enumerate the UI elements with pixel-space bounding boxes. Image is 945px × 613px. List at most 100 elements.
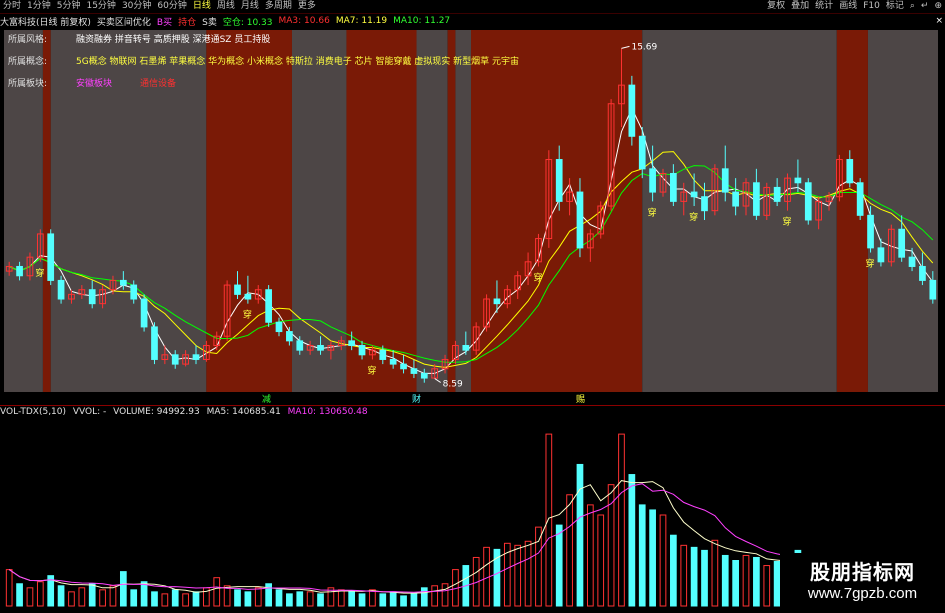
watermark-title: 股朋指标网 bbox=[810, 560, 915, 584]
volume-bar bbox=[275, 589, 283, 607]
volume-bar bbox=[57, 585, 65, 607]
chuan-mark: 穿 bbox=[533, 271, 542, 283]
volume-bar bbox=[16, 583, 23, 607]
volume-bar bbox=[400, 595, 407, 607]
candle-body bbox=[130, 284, 138, 300]
candle-body bbox=[929, 279, 937, 300]
period-tab[interactable]: 日线 bbox=[190, 0, 214, 13]
candle-body bbox=[877, 247, 885, 263]
chuan-mark: 穿 bbox=[35, 267, 44, 279]
volume-bar bbox=[254, 587, 262, 607]
period-tab[interactable]: 15分钟 bbox=[83, 0, 118, 13]
ma10-label: MA10: 11.27 bbox=[393, 16, 451, 26]
event-label[interactable]: 赐 bbox=[576, 392, 585, 405]
volume-bar bbox=[566, 494, 573, 607]
candle-body bbox=[400, 363, 407, 370]
volume-bar bbox=[535, 526, 542, 607]
attribute-value[interactable]: 安徽板块 bbox=[76, 76, 112, 89]
attribute-value[interactable]: 5G概念 物联网 石墨烯 苹果概念 华为概念 小米概念 特斯拉 消费电子 芯片 … bbox=[76, 54, 519, 67]
chuan-mark: 穿 bbox=[866, 258, 875, 270]
zone-band bbox=[447, 30, 456, 392]
volume-bar bbox=[234, 589, 241, 607]
toolbar-button[interactable]: 复权 bbox=[764, 0, 788, 13]
candle-body bbox=[88, 289, 96, 305]
volume-bar bbox=[5, 569, 13, 607]
stock-name: 大富科技(日线 前复权) bbox=[0, 17, 91, 28]
volume-bar bbox=[680, 544, 688, 607]
period-tab[interactable]: 30分钟 bbox=[119, 0, 154, 13]
candle-body bbox=[908, 256, 916, 267]
volume-bar bbox=[244, 591, 252, 607]
high-label: 15.69 bbox=[631, 42, 657, 52]
arrow-icon[interactable]: ↵ bbox=[918, 0, 932, 13]
toolbar-button[interactable]: 叠加 bbox=[788, 0, 812, 13]
candle-body bbox=[410, 368, 418, 374]
candle-body bbox=[867, 214, 874, 249]
candle-body bbox=[462, 345, 470, 351]
hold-label: 持仓 bbox=[178, 17, 197, 28]
candle-body bbox=[804, 182, 812, 221]
volume-bar bbox=[68, 591, 75, 607]
volume-bar bbox=[742, 554, 750, 607]
period-tab[interactable]: 多周期 bbox=[262, 0, 295, 13]
volume-bar bbox=[286, 593, 293, 607]
toolbar-button[interactable]: 统计 bbox=[812, 0, 836, 13]
volume-bar bbox=[88, 583, 96, 607]
attribute-value-2[interactable]: 通信设备 bbox=[140, 76, 176, 89]
candle-body bbox=[119, 279, 127, 286]
volume-bar bbox=[389, 591, 397, 607]
volume-header: VOL-TDX(5,10) VVOL: - VOLUME: 94992.93 M… bbox=[0, 407, 372, 419]
chuan-mark: 穿 bbox=[689, 211, 698, 223]
attribute-value[interactable]: 融资融券 拼音转号 高质押股 深港通SZ 员工持股 bbox=[76, 32, 270, 45]
candle-body bbox=[47, 233, 55, 281]
period-tab[interactable]: 5分钟 bbox=[54, 0, 84, 13]
volume-bar bbox=[161, 593, 169, 607]
candle-body bbox=[753, 182, 760, 216]
more-menu[interactable]: 更多 bbox=[295, 0, 319, 13]
volume-bar bbox=[140, 581, 148, 607]
toolbar-button[interactable]: F10 bbox=[860, 0, 883, 13]
volume-bar bbox=[379, 593, 387, 607]
volume-bar bbox=[721, 554, 729, 607]
buy-label: B买 bbox=[156, 17, 173, 28]
period-tab[interactable]: 60分钟 bbox=[154, 0, 189, 13]
candle-body bbox=[389, 358, 397, 365]
candle-body bbox=[140, 298, 148, 328]
candle-body bbox=[898, 228, 906, 258]
volume-bar bbox=[306, 591, 314, 607]
volume-bar bbox=[317, 593, 324, 607]
vol-title[interactable]: VOL-TDX(5,10) bbox=[0, 407, 66, 417]
volume-bar bbox=[337, 589, 345, 607]
zone-band bbox=[416, 30, 448, 392]
volume-bar bbox=[514, 544, 522, 607]
volume-bar bbox=[586, 504, 594, 607]
ma3-label: MA3: 10.66 bbox=[278, 16, 330, 26]
candle-body bbox=[151, 326, 158, 360]
volume-bar bbox=[555, 524, 563, 607]
period-tab[interactable]: 1分钟 bbox=[24, 0, 54, 13]
period-tab[interactable]: 月线 bbox=[238, 0, 262, 13]
candle-body bbox=[856, 182, 864, 216]
chuan-mark: 穿 bbox=[367, 364, 376, 376]
volume-bar bbox=[36, 581, 44, 607]
volume-bar bbox=[213, 577, 221, 607]
attribute-key: 所属风格: bbox=[8, 35, 48, 45]
event-label[interactable]: 财 bbox=[412, 392, 421, 405]
period-tab[interactable]: 分时 bbox=[0, 0, 24, 13]
search-icon[interactable]: ⌕ bbox=[907, 0, 918, 13]
candle-body bbox=[919, 265, 926, 281]
toolbar-button[interactable]: 标记 bbox=[883, 0, 907, 13]
period-tab[interactable]: 周线 bbox=[214, 0, 238, 13]
event-label[interactable]: 减 bbox=[262, 392, 271, 405]
zoom-icon[interactable]: ⊕ bbox=[931, 0, 945, 13]
volume-bar bbox=[296, 591, 304, 607]
sell-label: S卖 bbox=[202, 17, 217, 28]
close-icon[interactable]: × bbox=[935, 16, 943, 26]
volume-bar bbox=[119, 571, 127, 607]
volume-bar bbox=[151, 591, 158, 607]
volume-bar bbox=[431, 585, 439, 607]
volume-bar bbox=[182, 593, 189, 607]
candle-body bbox=[721, 168, 729, 193]
candle-body bbox=[846, 159, 854, 184]
toolbar-button[interactable]: 画线 bbox=[836, 0, 860, 13]
